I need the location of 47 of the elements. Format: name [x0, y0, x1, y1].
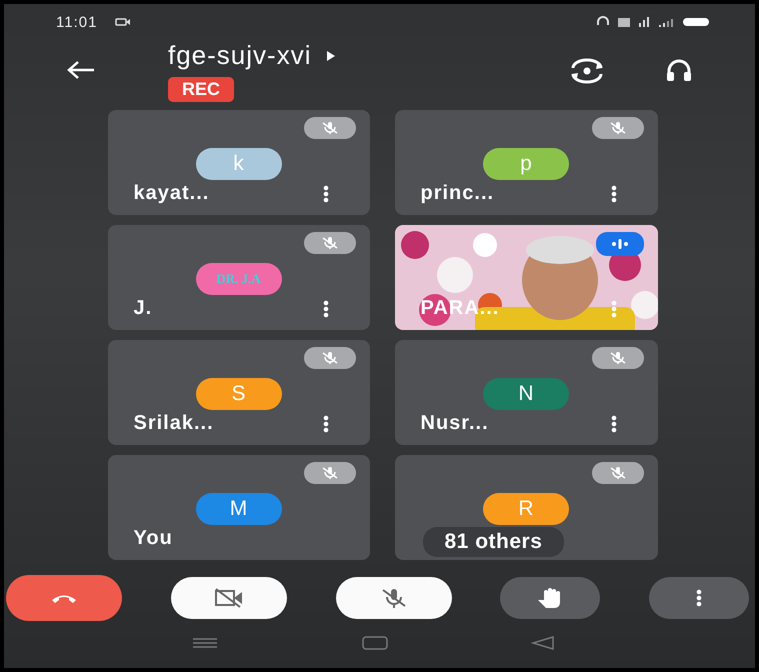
- battery-icon: [682, 16, 710, 28]
- more-icon[interactable]: [610, 414, 618, 432]
- signal-icon: [658, 16, 674, 28]
- switch-camera-icon[interactable]: [569, 58, 605, 84]
- participant-tile[interactable]: S Srilak...: [108, 340, 370, 445]
- menu-icon[interactable]: [192, 637, 218, 649]
- end-call-button[interactable]: [6, 575, 122, 621]
- participant-tile[interactable]: N Nusr...: [394, 340, 658, 445]
- signal-icon: [638, 16, 650, 28]
- camera-button[interactable]: [170, 577, 287, 619]
- more-icon[interactable]: [322, 414, 330, 432]
- participant-tile[interactable]: R 81 others: [394, 455, 658, 560]
- others-count[interactable]: 81 others: [422, 527, 564, 557]
- status-time: 11:01: [56, 14, 98, 30]
- participant-name: Nusr...: [420, 412, 489, 435]
- avatar: N: [483, 378, 569, 410]
- participant-tile[interactable]: p princ...: [394, 110, 658, 215]
- avatar: DR. J.A: [196, 263, 282, 295]
- home-icon[interactable]: [362, 636, 388, 650]
- more-icon[interactable]: [322, 300, 330, 318]
- participant-tile[interactable]: M You: [108, 455, 370, 560]
- participant-tile[interactable]: k kayat...: [108, 110, 370, 215]
- recording-badge: REC: [168, 77, 234, 102]
- video-icon: [115, 17, 132, 27]
- headset-icon: [596, 16, 610, 28]
- more-icon: [695, 589, 703, 607]
- back-icon[interactable]: [531, 636, 555, 650]
- headphones-icon[interactable]: [665, 58, 693, 84]
- avatar: S: [196, 378, 282, 410]
- participant-name: PARA...: [420, 297, 500, 320]
- microphone-button[interactable]: [336, 577, 452, 619]
- more-icon[interactable]: [322, 184, 330, 202]
- avatar: M: [196, 493, 282, 525]
- participant-name: kayat...: [134, 182, 210, 205]
- participant-name: Srilak...: [134, 412, 214, 435]
- avatar: p: [483, 148, 569, 180]
- more-icon[interactable]: [610, 184, 618, 202]
- caret-icon[interactable]: [325, 50, 338, 62]
- avatar: R: [483, 493, 569, 525]
- participant-name: J.: [134, 297, 152, 320]
- raise-hand-button[interactable]: [500, 577, 600, 619]
- meeting-title[interactable]: fge-sujv-xvi: [168, 40, 312, 71]
- participant-tile[interactable]: DR. J.A J.: [108, 225, 370, 330]
- camera-off-icon: [212, 587, 245, 609]
- participant-name: You: [134, 527, 173, 550]
- avatar: k: [196, 148, 282, 180]
- participant-name: princ...: [420, 182, 494, 205]
